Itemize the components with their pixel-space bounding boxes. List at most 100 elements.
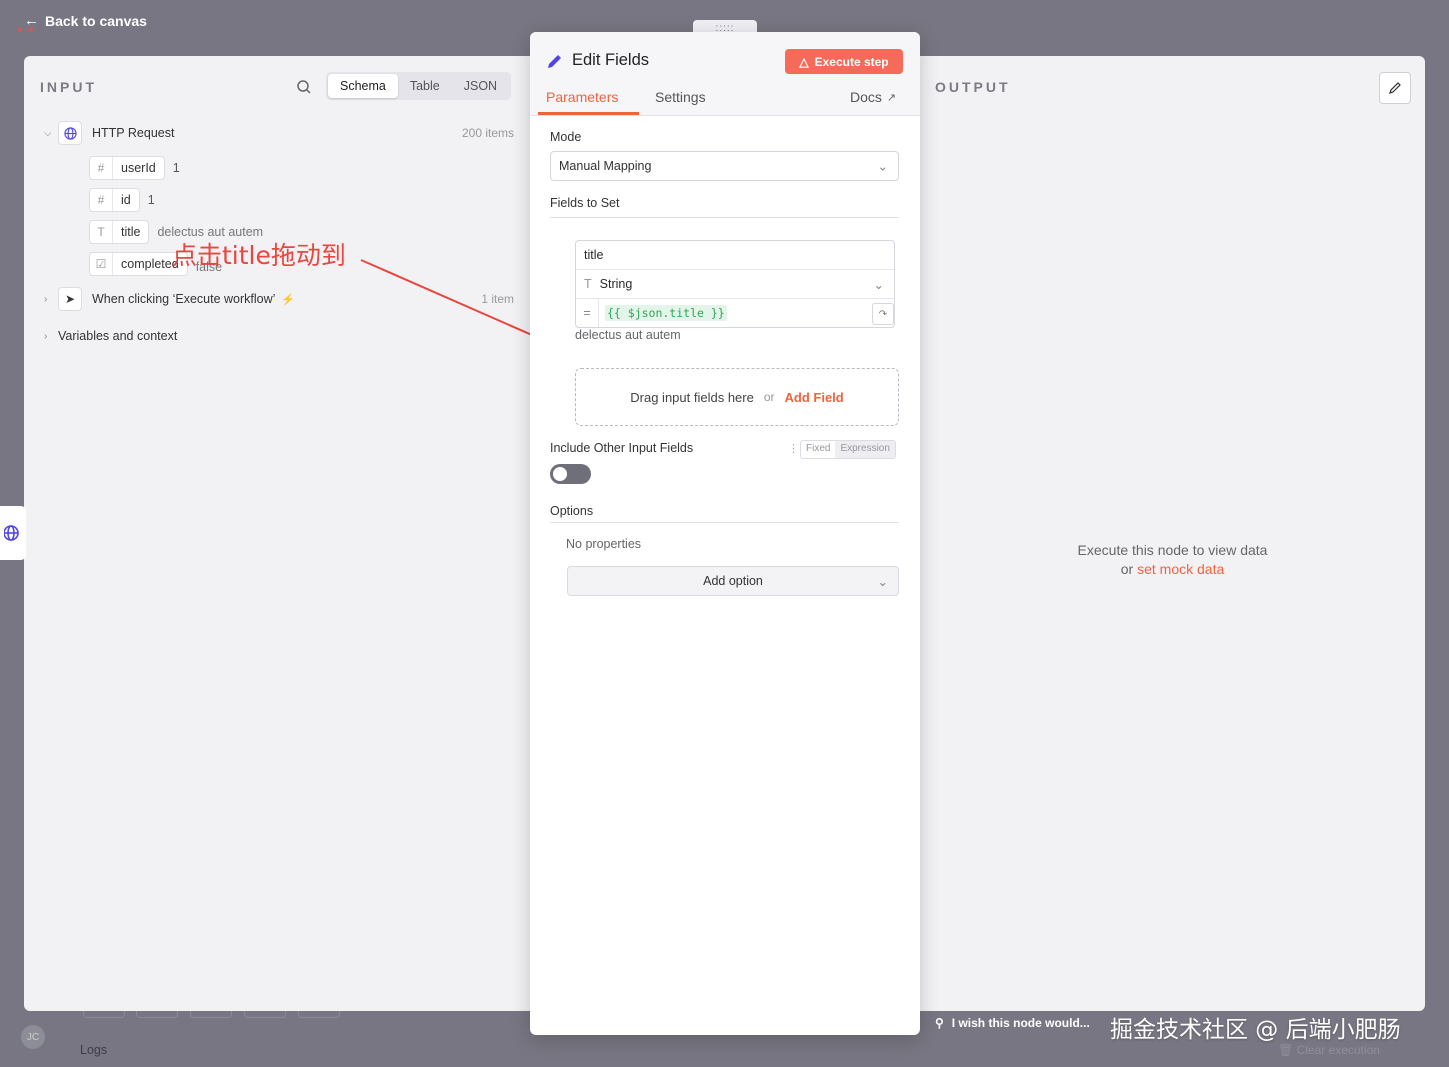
boolean-type-icon: ☑ <box>90 253 113 275</box>
field-value: 1 <box>172 161 180 175</box>
tab-settings[interactable]: Settings <box>655 89 706 105</box>
add-option-label: Add option <box>703 574 763 588</box>
feedback-link[interactable]: ⚲ I wish this node would... <box>935 1016 1090 1030</box>
input-view-switcher: Schema Table JSON <box>326 72 512 100</box>
watermark: 掘金技术社区 @ 后端小肥肠 <box>1110 1017 1401 1043</box>
text-type-icon: T <box>584 277 592 291</box>
chevron-down-icon: ⌄ <box>873 277 884 292</box>
more-options-icon[interactable]: ⋮ <box>788 442 799 455</box>
globe-icon <box>58 121 82 145</box>
fields-to-set-label: Fields to Set <box>550 196 620 210</box>
canvas-control <box>298 1011 340 1018</box>
node-title-text: Edit Fields <box>572 51 650 69</box>
tab-table[interactable]: Table <box>398 74 452 98</box>
canvas-control <box>190 1011 232 1018</box>
item-count: 200 items <box>461 126 514 140</box>
set-mock-data-link[interactable]: set mock data <box>1137 561 1224 577</box>
variables-label: Variables and context <box>58 329 178 343</box>
chevron-right-icon[interactable]: › <box>44 294 58 305</box>
execute-step-button[interactable]: △ Execute step <box>785 49 903 74</box>
feedback-label: I wish this node would... <box>951 1016 1090 1030</box>
field-type-value: String <box>599 277 633 291</box>
equals-icon: = <box>576 299 599 327</box>
chevron-down-icon[interactable]: ⌵ <box>44 128 58 139</box>
number-type-icon: # <box>90 157 113 179</box>
tab-json[interactable]: JSON <box>452 74 509 98</box>
text-type-icon: T <box>90 221 113 243</box>
cursor-pointer-icon: ➤ <box>58 287 82 311</box>
clear-execution-label: Clear execution <box>1296 1043 1380 1057</box>
node-parameters-panel: Edit Fields △ Execute step Parameters Se… <box>530 32 920 1035</box>
canvas-control <box>136 1011 178 1018</box>
field-value: 1 <box>147 193 155 207</box>
globe-icon <box>4 525 19 541</box>
output-empty-state: Execute this node to view data or set mo… <box>905 541 1440 579</box>
fixed-option[interactable]: Fixed <box>801 441 836 458</box>
chevron-down-icon: ⌄ <box>877 574 888 589</box>
dropzone-text: Drag input fields here <box>630 389 754 405</box>
chevron-right-icon[interactable]: › <box>44 331 58 342</box>
input-panel-title: INPUT <box>40 79 97 95</box>
back-to-canvas-button[interactable]: ← Back to canvas <box>24 12 147 29</box>
field-key: id <box>121 193 131 207</box>
dropzone-or: or <box>763 390 775 404</box>
panel-header: Edit Fields △ Execute step Parameters Se… <box>530 32 920 116</box>
field-type-select[interactable]: T String ⌄ <box>576 270 894 299</box>
output-empty-message: Execute this node to view data <box>1077 542 1268 558</box>
tab-parameters[interactable]: Parameters <box>546 89 618 105</box>
node-name: HTTP Request <box>92 126 175 140</box>
expand-expression-icon[interactable]: ↷ <box>872 303 894 325</box>
drag-drop-zone[interactable]: Drag input fields here or Add Field <box>575 368 899 426</box>
node-row-http-request[interactable]: ⌵ HTTP Request 200 items <box>44 121 514 145</box>
lightning-icon: ⚡ <box>281 293 296 306</box>
canvas-control <box>244 1011 286 1018</box>
divider <box>550 522 899 523</box>
flask-icon: △ <box>799 54 809 69</box>
expression-text: {{ $json.title }} <box>605 305 727 321</box>
expression-option[interactable]: Expression <box>835 441 895 458</box>
output-panel <box>905 56 1425 1011</box>
edit-output-button[interactable] <box>1379 72 1411 104</box>
include-other-fields-toggle[interactable] <box>550 464 591 484</box>
active-tab-indicator <box>538 112 639 115</box>
add-field-button[interactable]: Add Field <box>785 390 844 405</box>
field-key: userId <box>121 161 156 175</box>
node-name: When clicking ‘Execute workflow’ <box>92 292 276 306</box>
mode-value: Manual Mapping <box>559 159 652 173</box>
no-properties-text: No properties <box>566 537 642 551</box>
field-name-input[interactable]: title <box>576 241 894 270</box>
external-link-icon: ↗ <box>886 91 897 104</box>
node-globe-button[interactable] <box>0 506 26 560</box>
chevron-down-icon: ⌄ <box>877 159 888 174</box>
output-empty-or: or <box>1120 561 1134 577</box>
variables-and-context[interactable]: › Variables and context <box>44 329 177 343</box>
fixed-expression-toggle[interactable]: Fixed Expression <box>800 440 896 459</box>
output-panel-title: OUTPUT <box>935 79 1011 95</box>
field-value-expression[interactable]: = {{ $json.title }} ↷ <box>576 299 894 327</box>
field-assignment: title T String ⌄ = {{ $json.title }} ↷ <box>575 240 895 328</box>
lightbulb-icon: ⚲ <box>935 1016 944 1030</box>
schema-field-id[interactable]: # id 1 <box>89 188 155 212</box>
add-option-button[interactable]: Add option ⌄ <box>567 566 899 596</box>
logs-tab[interactable]: Logs <box>80 1043 107 1057</box>
execute-step-label: Execute step <box>814 54 889 69</box>
expression-preview: delectus aut autem <box>575 328 681 342</box>
include-other-fields-label: Include Other Input Fields <box>550 441 694 455</box>
divider <box>550 217 899 218</box>
mode-select[interactable]: Manual Mapping ⌄ <box>550 151 899 181</box>
clear-execution-button[interactable]: 🗑 Clear execution <box>1278 1043 1380 1057</box>
arrow-left-icon: ← <box>24 12 39 29</box>
tab-schema[interactable]: Schema <box>328 74 398 98</box>
search-icon[interactable] <box>296 79 312 95</box>
node-title: Edit Fields <box>546 51 649 70</box>
canvas-control <box>83 1011 125 1018</box>
number-type-icon: # <box>90 189 113 211</box>
trash-icon: 🗑 <box>1278 1043 1294 1057</box>
back-to-canvas-label: Back to canvas <box>45 12 147 29</box>
mode-label: Mode <box>550 130 582 144</box>
schema-field-userid[interactable]: # userId 1 <box>89 156 180 180</box>
docs-link[interactable]: Docs ↗ <box>850 89 896 105</box>
field-key: title <box>121 225 141 239</box>
field-name-value: title <box>584 248 604 262</box>
avatar[interactable]: JC <box>21 1025 45 1049</box>
